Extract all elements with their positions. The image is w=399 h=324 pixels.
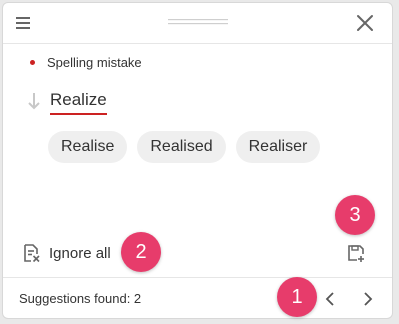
suggestion-list: Realise Realised Realiser xyxy=(48,131,321,163)
close-icon[interactable] xyxy=(356,14,374,32)
arrow-down-icon xyxy=(28,93,40,110)
panel-footer: Suggestions found: 2 xyxy=(3,277,392,318)
ignore-all-button[interactable]: Ignore all xyxy=(21,243,111,263)
panel-header xyxy=(3,3,392,44)
callout-badge-3: 3 xyxy=(335,195,375,235)
suggestion-chip[interactable]: Realise xyxy=(48,131,128,163)
add-to-dictionary-icon[interactable] xyxy=(346,243,366,263)
suggestion-chip[interactable]: Realiser xyxy=(235,131,321,163)
callout-badge-1: 1 xyxy=(277,277,317,317)
chevron-right-icon[interactable] xyxy=(362,291,374,307)
chevron-left-icon[interactable] xyxy=(324,291,336,307)
ignore-all-label: Ignore all xyxy=(49,244,111,262)
spellcheck-panel: Spelling mistake Realize Realise Realise… xyxy=(2,2,393,319)
issue-dot-icon xyxy=(30,60,35,65)
callout-badge-2: 2 xyxy=(121,232,161,272)
ignore-all-icon xyxy=(24,244,40,263)
drag-handle-icon[interactable] xyxy=(168,18,228,26)
issue-type-label: Spelling mistake xyxy=(47,55,142,70)
suggestion-chip[interactable]: Realised xyxy=(137,131,226,163)
hamburger-menu-icon[interactable] xyxy=(15,15,31,31)
original-word: Realize xyxy=(50,91,107,115)
suggestions-count: Suggestions found: 2 xyxy=(19,291,142,306)
original-word-row: Realize xyxy=(27,87,107,115)
issue-type: Spelling mistake xyxy=(30,55,142,70)
